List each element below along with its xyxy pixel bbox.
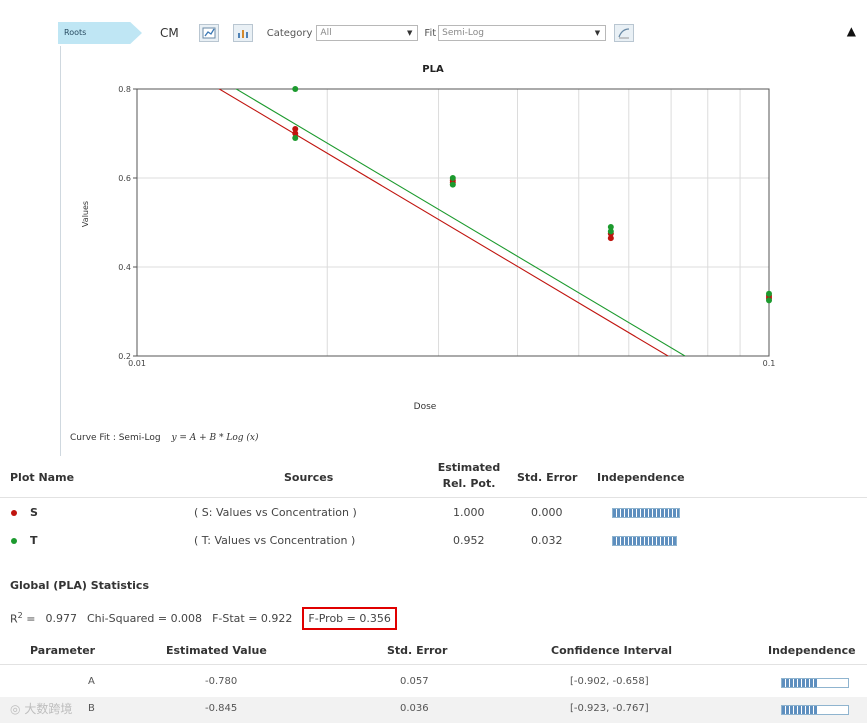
param-table-header: Parameter Estimated Value Std. Error Con… [0,641,867,665]
plot-sources: ( T: Values vs Concentration ) [194,534,356,547]
plot-table-header: Plot Name Sources Estimated Rel. Pot. St… [0,458,867,498]
r-squared-value: 0.977 [45,611,77,625]
x-tick-label: 0.01 [128,359,146,368]
r-squared-label: R2 = [10,610,36,626]
series-color-dot [11,510,17,516]
data-point-t [607,228,614,235]
chi-squared: Chi-Squared = 0.008 [86,611,203,625]
param-estimated-value: -0.780 [205,676,238,687]
x-tick-label: 0.1 [763,359,776,368]
y-tick-label: 0.4 [118,263,131,272]
plot-area [137,89,769,356]
f-stat: F-Stat = 0.922 [212,611,293,625]
data-point-t [449,175,456,181]
plot-name: T [30,534,38,547]
independence-bar [781,705,849,715]
plot-row-t[interactable]: T ( T: Values vs Concentration ) 0.952 0… [0,529,867,553]
param-confidence-interval: [-0.923, -0.767] [570,703,649,714]
curve-fit-caption: Curve Fit : Semi-Log y = A + B * Log (x) [70,433,259,443]
data-point-s [607,235,614,242]
param-confidence-interval: [-0.902, -0.658] [570,676,649,687]
curve-fit-equation: y = A + B * Log (x) [171,433,259,443]
y-tick-label: 0.8 [118,85,131,94]
col-sources: Sources [284,471,334,484]
col-std-error: Std. Error [517,471,578,484]
col-estimated-rel-pot: Estimated Rel. Pot. [436,460,502,492]
plot-std-error: 0.032 [531,534,563,547]
param-std-error: 0.057 [400,676,429,687]
plot-rel-pot: 1.000 [453,506,485,519]
independence-bar [612,536,677,546]
data-point-t [292,134,299,141]
f-prob: F-Prob = 0.356 [302,606,397,630]
param-std-error: 0.036 [400,703,429,714]
series-color-dot [11,538,17,544]
data-point-t [292,86,299,92]
watermark-text: 大数跨境 [24,702,73,716]
param-name: B [88,703,95,714]
plot-rel-pot: 0.952 [453,534,485,547]
param-row-b[interactable]: B -0.845 0.036 [-0.923, -0.767] [0,697,867,723]
independence-bar [612,508,680,518]
x-axis-label: Dose [414,402,437,412]
independence-bar [781,678,849,688]
global-stats-title: Global (PLA) Statistics [10,579,149,592]
plot-row-s[interactable]: S ( S: Values vs Concentration ) 1.000 0… [0,501,867,525]
watermark-logo-icon: ◎ [10,702,21,716]
col-independence: Independence [597,471,685,484]
data-point-t [766,297,772,304]
plot-std-error: 0.000 [531,506,563,519]
col-confidence-interval: Confidence Interval [551,644,673,657]
data-point-t [449,181,456,188]
curve-fit-label: Curve Fit : Semi-Log [70,433,161,443]
col-param-independence: Independence [768,644,856,657]
y-axis-label: Values [81,201,90,227]
param-estimated-value: -0.845 [205,703,238,714]
col-estimated-value: Estimated Value [166,644,267,657]
pla-chart: 0.20.40.60.80.01 0.1PLADoseValues [81,64,776,412]
plot-sources: ( S: Values vs Concentration ) [194,506,357,519]
chart-title: PLA [422,64,444,75]
col-estimated-rel-pot-line1: Estimated [437,461,501,474]
global-stats-line: R2 = 0.977 Chi-Squared = 0.008 F-Stat = … [10,604,397,632]
param-name: A [88,676,95,687]
col-param-std-error: Std. Error [387,644,448,657]
col-estimated-rel-pot-line2: Rel. Pot. [442,477,496,490]
param-row-a[interactable]: A -0.780 0.057 [-0.902, -0.658] [0,670,867,696]
y-tick-label: 0.6 [118,174,131,183]
col-parameter: Parameter [30,644,96,657]
col-plot-name: Plot Name [10,471,75,484]
watermark: ◎ 大数跨境 [10,700,72,717]
data-point-t [766,290,772,297]
plot-name: S [30,506,38,519]
